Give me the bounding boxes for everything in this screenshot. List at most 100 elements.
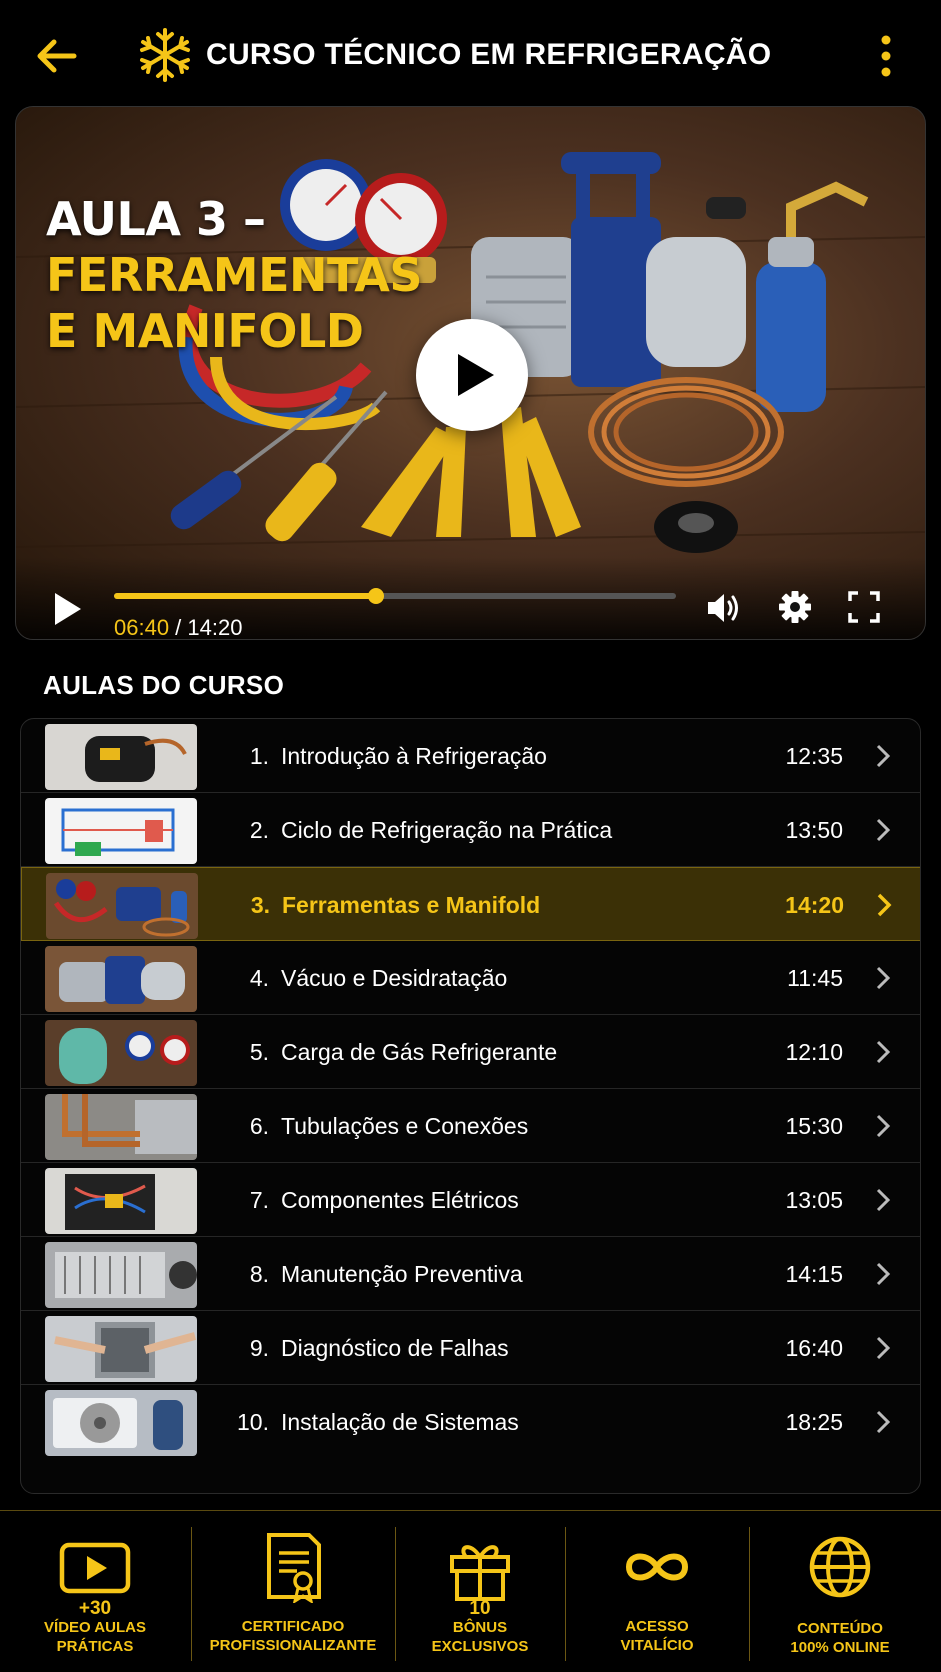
feature-label-1: CONTEÚDO — [797, 1620, 883, 1637]
lesson-thumbnail — [45, 1094, 197, 1160]
lesson-thumbnail — [45, 1316, 197, 1382]
progress-knob[interactable] — [368, 588, 385, 604]
gear-icon[interactable] — [778, 589, 812, 625]
feature-video-lessons: +30 VÍDEO AULAS PRÁTICAS — [0, 1511, 190, 1672]
lesson-row[interactable]: 2. Ciclo de Refrigeração na Prática 13:5… — [21, 793, 920, 867]
overlay-line-3: E MANIFOLD — [46, 304, 364, 358]
big-play-button[interactable] — [416, 319, 528, 431]
lesson-row[interactable]: 5. Carga de Gás Refrigerante 12:10 — [21, 1015, 920, 1089]
video-play-icon — [59, 1542, 131, 1594]
lesson-duration: 16:40 — [785, 1335, 843, 1361]
chevron-right-icon — [876, 1262, 891, 1286]
lesson-row[interactable]: 4. Vácuo e Desidratação 11:45 — [21, 941, 920, 1015]
chevron-right-icon — [876, 966, 891, 990]
lesson-thumbnail — [46, 873, 198, 939]
player-controls: 06:40 / 14:20 — [16, 557, 925, 640]
lesson-number: 10. — [237, 1409, 269, 1435]
feature-label-1: BÔNUS — [452, 1619, 508, 1636]
play-icon[interactable] — [52, 591, 84, 627]
lesson-duration: 18:25 — [785, 1409, 843, 1435]
play-icon — [458, 354, 494, 396]
lesson-number: 3. — [250, 892, 270, 918]
lesson-duration: 15:30 — [785, 1113, 843, 1139]
lesson-thumbnail — [45, 1168, 197, 1234]
lesson-thumbnail — [45, 1020, 197, 1086]
lesson-row[interactable]: 8. Manutenção Preventiva 14:15 — [21, 1237, 920, 1311]
lesson-title: Componentes Elétricos — [281, 1187, 519, 1213]
lesson-number: 5. — [249, 1039, 269, 1065]
lesson-title: Ferramentas e Manifold — [282, 892, 541, 918]
lesson-number: 1. — [249, 743, 269, 769]
chevron-right-icon — [876, 1336, 891, 1360]
lesson-number: 9. — [249, 1335, 269, 1361]
feature-bonus: 10 BÔNUS EXCLUSIVOS — [396, 1511, 564, 1672]
lesson-number: 2. — [249, 817, 269, 843]
gift-icon — [450, 1545, 510, 1601]
lesson-duration: 13:50 — [785, 817, 843, 843]
lesson-row[interactable]: 1. Introdução à Refrigeração 12:35 — [21, 719, 920, 793]
overlay-line-2: FERRAMENTAS — [46, 248, 423, 302]
lesson-row[interactable]: 9. Diagnóstico de Falhas 16:40 — [21, 1311, 920, 1385]
feature-number: 10 — [469, 1598, 491, 1619]
lesson-duration: 13:05 — [785, 1187, 843, 1213]
feature-certificate: CERTIFICADO PROFISSIONALIZANTE — [192, 1511, 394, 1672]
feature-label-2: 100% ONLINE — [790, 1639, 890, 1656]
lesson-number: 6. — [249, 1113, 269, 1139]
progress-bar[interactable] — [114, 588, 676, 604]
lesson-title: Tubulações e Conexões — [281, 1113, 529, 1139]
overlay-line-1: AULA 3 – — [46, 192, 266, 246]
time-separator: / — [169, 615, 188, 640]
lesson-thumbnail — [45, 946, 197, 1012]
feature-number: +30 — [78, 1598, 112, 1619]
feature-label-2: PROFISSIONALIZANTE — [209, 1637, 377, 1654]
lesson-thumbnail — [45, 1242, 197, 1308]
app-header: CURSO TÉCNICO EM REFRIGERAÇÃO — [0, 0, 941, 105]
lesson-title: Diagnóstico de Falhas — [281, 1335, 509, 1361]
lesson-number: 8. — [249, 1261, 269, 1287]
current-time: 06:40 — [114, 615, 170, 640]
chevron-right-icon — [876, 1040, 891, 1064]
lesson-duration: 14:20 — [785, 892, 844, 918]
lesson-duration: 12:10 — [785, 1039, 843, 1065]
lesson-row-active[interactable]: 3. Ferramentas e Manifold 14:20 — [21, 867, 920, 941]
lesson-row[interactable]: 6. Tubulações e Conexões 15:30 — [21, 1089, 920, 1163]
lesson-row[interactable]: 7. Componentes Elétricos 13:05 — [21, 1163, 920, 1237]
fullscreen-icon[interactable] — [848, 591, 880, 623]
time-readout: 06:40 / 14:20 — [114, 615, 243, 640]
lesson-duration: 12:35 — [785, 743, 843, 769]
feature-label-2: EXCLUSIVOS — [431, 1638, 529, 1655]
chevron-right-icon — [876, 818, 891, 842]
feature-label-2: VITALÍCIO — [620, 1637, 694, 1654]
snowflake-icon — [140, 28, 190, 82]
arrow-left-icon[interactable] — [34, 34, 78, 78]
lesson-thumbnail — [45, 724, 197, 790]
lesson-title: Vácuo e Desidratação — [281, 965, 508, 991]
chevron-right-icon — [876, 1114, 891, 1138]
feature-label-2: PRÁTICAS — [56, 1638, 134, 1655]
progress-fill — [114, 593, 377, 599]
lesson-row[interactable]: 10. Instalação de Sistemas 18:25 — [21, 1385, 920, 1459]
chevron-right-icon — [876, 744, 891, 768]
lesson-title: Instalação de Sistemas — [281, 1409, 519, 1435]
certificate-icon — [267, 1533, 321, 1603]
chevron-right-icon — [876, 1188, 891, 1212]
lesson-thumbnail — [45, 1390, 197, 1456]
feature-lifetime-access: ACESSO VITALÍCIO — [566, 1511, 748, 1672]
page-title: CURSO TÉCNICO EM REFRIGERAÇÃO — [206, 38, 772, 71]
volume-icon[interactable] — [706, 591, 742, 625]
lesson-title: Introdução à Refrigeração — [281, 743, 547, 769]
video-player[interactable]: AULA 3 – FERRAMENTAS E MANIFOLD 06:40 / … — [15, 106, 926, 640]
lesson-number: 7. — [249, 1187, 269, 1213]
section-title: AULAS DO CURSO — [43, 670, 285, 700]
chevron-right-icon — [877, 893, 892, 917]
total-time: 14:20 — [187, 615, 243, 640]
lesson-title: Ciclo de Refrigeração na Prática — [281, 817, 613, 843]
lesson-title: Carga de Gás Refrigerante — [281, 1039, 558, 1065]
kebab-menu-icon[interactable] — [874, 34, 898, 78]
feature-label-1: VÍDEO AULAS — [44, 1619, 146, 1636]
chevron-right-icon — [876, 1410, 891, 1434]
features-bar: +30 VÍDEO AULAS PRÁTICAS CERTIFICADO PRO… — [0, 1510, 941, 1672]
lesson-overlay-title: AULA 3 – FERRAMENTAS E MANIFOLD — [46, 191, 423, 359]
feature-label-1: CERTIFICADO — [241, 1618, 345, 1635]
globe-icon — [809, 1536, 871, 1598]
